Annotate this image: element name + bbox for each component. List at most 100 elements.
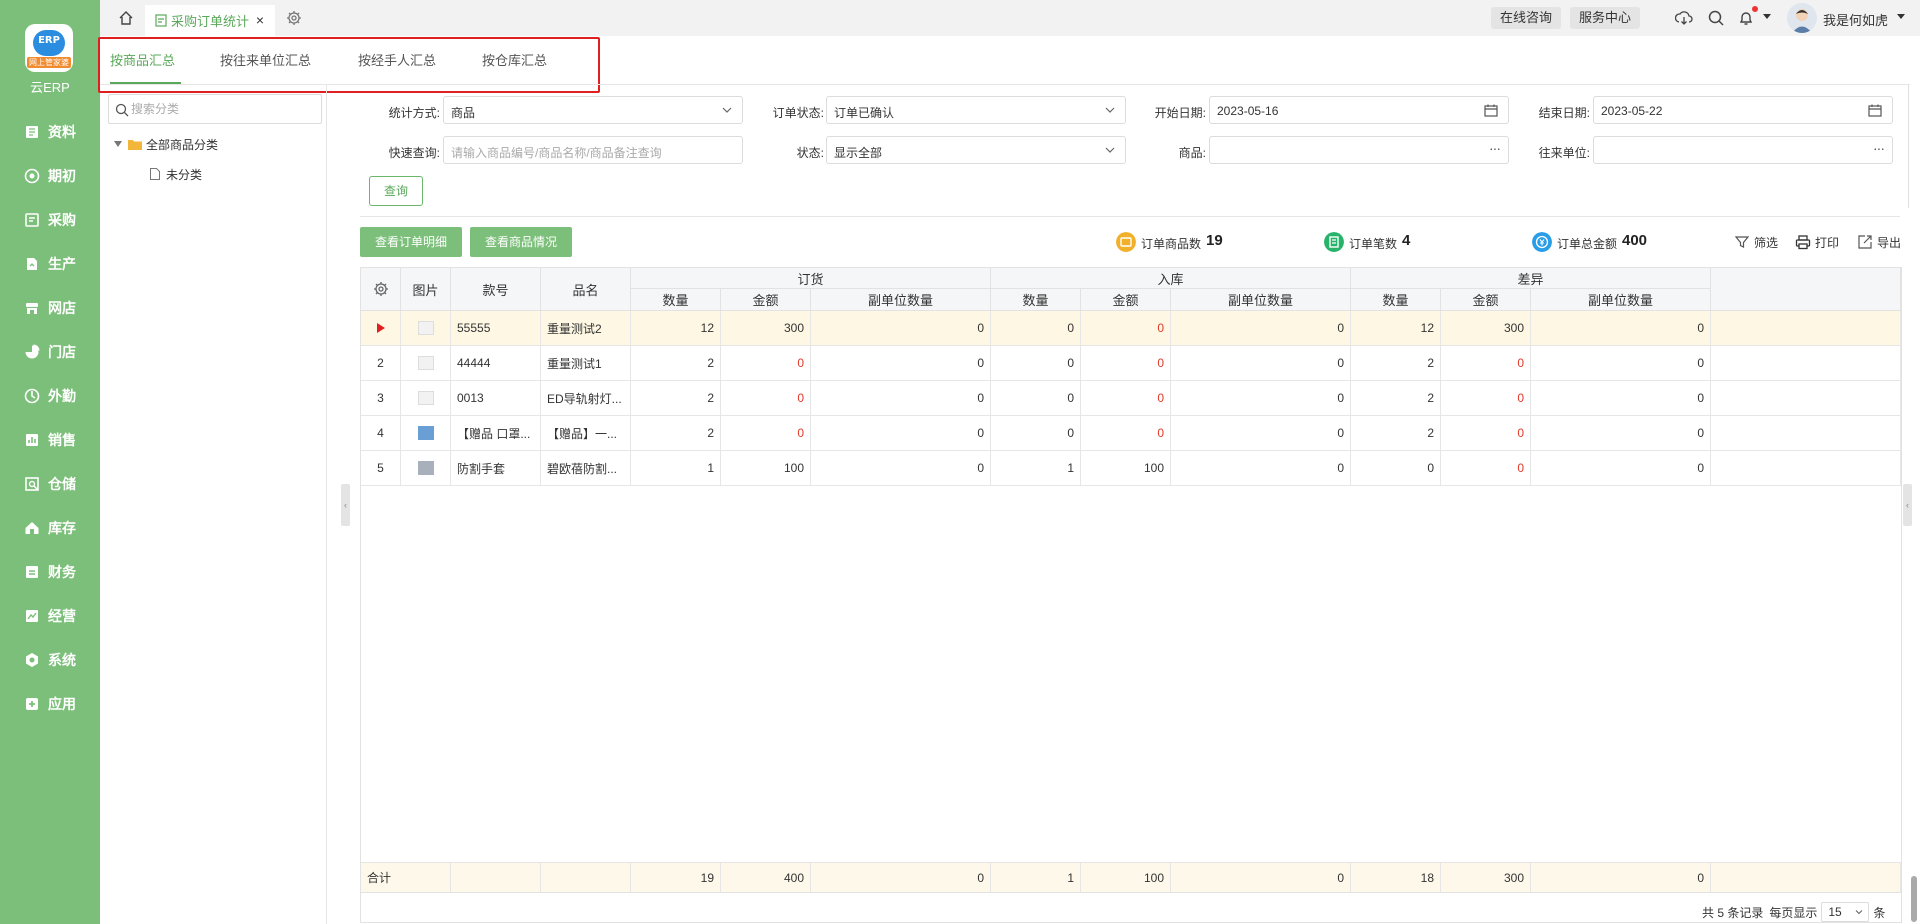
value-cell[interactable]: 0	[1081, 311, 1171, 346]
stat-method-select[interactable]: 商品	[443, 96, 743, 124]
nav-item-13[interactable]: 应用	[0, 686, 100, 722]
value-cell[interactable]: 0	[991, 311, 1081, 346]
more-icon[interactable]: ···	[1873, 140, 1885, 156]
nav-item-2[interactable]: 采购	[0, 202, 100, 238]
bell-icon[interactable]	[1737, 9, 1755, 27]
collapse-right-handle[interactable]: ‹	[1903, 484, 1912, 526]
value-cell[interactable]: 0	[991, 381, 1081, 416]
value-cell[interactable]: 0	[811, 381, 991, 416]
value-cell[interactable]: 0	[1441, 416, 1531, 451]
nav-item-0[interactable]: 资料	[0, 114, 100, 150]
value-cell[interactable]: 0	[1171, 451, 1351, 486]
row-index[interactable]: 5	[361, 451, 401, 486]
value-cell[interactable]: 300	[721, 311, 811, 346]
view-product-button[interactable]: 查看商品情况	[470, 227, 572, 257]
app-logo[interactable]: ERP 网上管家婆	[25, 24, 73, 72]
nav-item-5[interactable]: 门店	[0, 334, 100, 370]
avatar[interactable]	[1787, 3, 1817, 33]
code-cell[interactable]: 0013	[451, 381, 541, 416]
value-cell[interactable]: 100	[721, 451, 811, 486]
product-thumbnail[interactable]	[417, 426, 434, 440]
value-cell[interactable]: 1	[991, 451, 1081, 486]
name-cell[interactable]: ED导轨射灯...	[541, 381, 631, 416]
code-cell[interactable]: 【赠品 口罩...	[451, 416, 541, 451]
value-cell[interactable]: 2	[1351, 416, 1441, 451]
partner-picker[interactable]: ···	[1593, 136, 1893, 164]
end-date-field[interactable]: 2023-05-22	[1593, 96, 1893, 124]
value-cell[interactable]: 0	[1531, 346, 1711, 381]
name-cell[interactable]: 碧欧蓓防割...	[541, 451, 631, 486]
calendar-icon[interactable]	[1868, 104, 1882, 117]
value-cell[interactable]: 0	[1081, 346, 1171, 381]
value-cell[interactable]: 0	[811, 451, 991, 486]
status-select[interactable]: 显示全部	[826, 136, 1126, 164]
value-cell[interactable]: 0	[1171, 346, 1351, 381]
value-cell[interactable]: 0	[1441, 381, 1531, 416]
user-name[interactable]: 我是何如虎	[1823, 10, 1888, 29]
product-thumbnail[interactable]	[417, 321, 434, 335]
row-indicator[interactable]	[361, 311, 401, 346]
product-thumbnail[interactable]	[417, 356, 434, 370]
nav-item-1[interactable]: 期初	[0, 158, 100, 194]
bell-caret-icon[interactable]	[1763, 14, 1771, 19]
settings-gear-icon[interactable]	[373, 281, 389, 297]
quick-query-input[interactable]: 请输入商品编号/商品名称/商品备注查询	[443, 136, 743, 164]
nav-item-11[interactable]: 经营	[0, 598, 100, 634]
product-picker[interactable]: ···	[1209, 136, 1509, 164]
value-cell[interactable]: 12	[631, 311, 721, 346]
tree-node-uncategorized[interactable]: 未分类	[150, 166, 202, 182]
code-cell[interactable]: 44444	[451, 346, 541, 381]
product-thumbnail[interactable]	[417, 461, 434, 475]
vertical-scrollbar[interactable]	[1911, 876, 1917, 922]
value-cell[interactable]: 0	[1531, 416, 1711, 451]
value-cell[interactable]: 0	[721, 381, 811, 416]
tree-node-all-categories[interactable]: 全部商品分类	[114, 136, 218, 152]
value-cell[interactable]: 0	[991, 416, 1081, 451]
value-cell[interactable]: 0	[1531, 311, 1711, 346]
value-cell[interactable]: 0	[811, 346, 991, 381]
code-cell[interactable]: 防割手套	[451, 451, 541, 486]
nav-item-12[interactable]: 系统	[0, 642, 100, 678]
row-index[interactable]: 3	[361, 381, 401, 416]
nav-item-10[interactable]: 财务	[0, 554, 100, 590]
value-cell[interactable]: 100	[1081, 451, 1171, 486]
value-cell[interactable]: 0	[1081, 416, 1171, 451]
name-cell[interactable]: 重量测试2	[541, 311, 631, 346]
caret-down-icon[interactable]	[114, 141, 122, 147]
value-cell[interactable]: 0	[811, 311, 991, 346]
value-cell[interactable]: 0	[1531, 451, 1711, 486]
value-cell[interactable]: 0	[1441, 451, 1531, 486]
value-cell[interactable]: 0	[721, 346, 811, 381]
category-search-input[interactable]	[131, 99, 316, 119]
value-cell[interactable]: 0	[811, 416, 991, 451]
close-icon[interactable]: ×	[253, 13, 267, 27]
more-icon[interactable]: ···	[1489, 140, 1501, 156]
print-tool[interactable]: 打印	[1795, 234, 1839, 250]
value-cell[interactable]: 1	[631, 451, 721, 486]
value-cell[interactable]: 0	[1351, 451, 1441, 486]
name-cell[interactable]: 【赠品】一...	[541, 416, 631, 451]
row-index[interactable]: 4	[361, 416, 401, 451]
value-cell[interactable]: 300	[1441, 311, 1531, 346]
value-cell[interactable]: 12	[1351, 311, 1441, 346]
query-button[interactable]: 查询	[369, 176, 423, 206]
value-cell[interactable]: 0	[1171, 311, 1351, 346]
search-icon[interactable]	[1707, 9, 1725, 27]
start-date-field[interactable]: 2023-05-16	[1209, 96, 1509, 124]
filter-tool[interactable]: 筛选	[1734, 234, 1778, 250]
nav-item-9[interactable]: 库存	[0, 510, 100, 546]
value-cell[interactable]: 0	[1171, 381, 1351, 416]
value-cell[interactable]: 2	[1351, 346, 1441, 381]
online-consult-button[interactable]: 在线咨询	[1491, 7, 1561, 29]
nav-item-4[interactable]: 网店	[0, 290, 100, 326]
value-cell[interactable]: 2	[631, 416, 721, 451]
value-cell[interactable]: 2	[631, 381, 721, 416]
product-thumbnail[interactable]	[417, 391, 434, 405]
row-index[interactable]: 2	[361, 346, 401, 381]
value-cell[interactable]: 0	[1081, 381, 1171, 416]
cloud-download-icon[interactable]	[1675, 9, 1693, 27]
gear-icon[interactable]	[286, 10, 302, 26]
nav-item-8[interactable]: 仓储	[0, 466, 100, 502]
nav-item-6[interactable]: 外勤	[0, 378, 100, 414]
value-cell[interactable]: 0	[1171, 416, 1351, 451]
